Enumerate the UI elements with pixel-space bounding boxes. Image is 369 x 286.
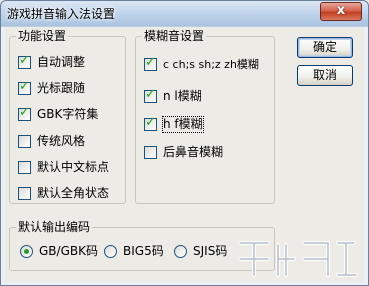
checkbox-label: n l模糊 xyxy=(163,89,202,103)
checkbox-label: h f模糊 xyxy=(162,116,204,133)
fuzzy-pinyin-title: 模糊音设置 xyxy=(142,29,207,43)
checkbox-box[interactable]: ✓ xyxy=(144,55,157,71)
fuzzy-pinyin-group: 模糊音设置 ✓ c ch;s sh;z zh模糊 ✓ n l模糊 ✓ h f模糊… xyxy=(135,29,275,204)
checkbox-gbk-charset[interactable]: ✓ GBK字符集 xyxy=(18,105,118,123)
checkbox-box[interactable]: ✓ xyxy=(18,79,31,95)
window-title: 游戏拼音输入法设置 xyxy=(7,7,116,21)
checkbox-label: 默认中文标点 xyxy=(37,160,110,174)
radio-button[interactable] xyxy=(104,245,117,258)
checkbox-box[interactable]: ✓ xyxy=(18,53,31,69)
checkmark-icon: ✓ xyxy=(145,87,156,102)
checkbox-label: 光标跟随 xyxy=(37,81,86,95)
checkmark-icon: ✓ xyxy=(19,53,30,68)
close-button[interactable]: x xyxy=(320,2,362,21)
checkmark-icon: ✓ xyxy=(145,115,156,130)
radio-button[interactable] xyxy=(20,245,33,258)
checkbox-cursor-follow[interactable]: ✓ 光标跟随 xyxy=(18,79,118,97)
radio-selected-dot xyxy=(24,249,29,254)
checkbox-box[interactable] xyxy=(144,146,157,159)
function-settings-group: 功能设置 ✓ 自动调整 ✓ 光标跟随 ✓ GBK字符集 传统风格 默认中文标点 xyxy=(9,29,126,204)
radio-sjis[interactable]: SJIS码 xyxy=(174,244,240,260)
checkbox-fuzzy-back-nasal[interactable]: 后鼻音模糊 xyxy=(144,145,272,161)
checkbox-default-fullwidth[interactable]: 默认全角状态 xyxy=(18,186,118,202)
title-bar[interactable]: 游戏拼音输入法设置 x xyxy=(1,1,368,26)
checkbox-label: 后鼻音模糊 xyxy=(163,145,224,159)
checkbox-auto-adjust[interactable]: ✓ 自动调整 xyxy=(18,53,118,71)
checkbox-box[interactable] xyxy=(18,135,31,148)
dialog-window: 游戏拼音输入法设置 x 功能设置 ✓ 自动调整 ✓ 光标跟随 ✓ GBK字符集 … xyxy=(0,0,369,286)
checkbox-box[interactable]: ✓ xyxy=(18,105,31,121)
checkbox-label: 自动调整 xyxy=(37,55,86,69)
checkbox-box[interactable] xyxy=(18,187,31,200)
checkbox-default-cn-punct[interactable]: 默认中文标点 xyxy=(18,160,118,176)
checkmark-icon: ✓ xyxy=(19,79,30,94)
checkbox-traditional-style[interactable]: 传统风格 xyxy=(18,134,118,150)
checkbox-fuzzy-n-l[interactable]: ✓ n l模糊 xyxy=(144,87,272,105)
checkbox-label: GBK字符集 xyxy=(37,107,99,121)
ok-button[interactable]: 确定 xyxy=(297,37,353,58)
radio-label: BIG5码 xyxy=(123,244,164,258)
radio-label: GB/GBK码 xyxy=(39,244,98,258)
checkbox-label: 默认全角状态 xyxy=(37,186,110,200)
checkmark-icon: ✓ xyxy=(19,105,30,120)
checkbox-box[interactable]: ✓ xyxy=(144,87,157,103)
checkmark-icon: ✓ xyxy=(145,55,156,70)
checkbox-label: 传统风格 xyxy=(37,134,86,148)
checkbox-box[interactable]: ✓ xyxy=(144,115,157,131)
radio-gb-gbk[interactable]: GB/GBK码 xyxy=(20,244,102,260)
output-encoding-title: 默认输出编码 xyxy=(16,220,93,234)
cancel-button[interactable]: 取消 xyxy=(297,65,353,86)
radio-button[interactable] xyxy=(174,245,187,258)
output-encoding-group: 默认输出编码 GB/GBK码 BIG5码 SJIS码 xyxy=(9,220,275,271)
function-settings-title: 功能设置 xyxy=(16,29,69,43)
checkbox-label: c ch;s sh;z zh模糊 xyxy=(163,58,259,71)
radio-big5[interactable]: BIG5码 xyxy=(104,244,170,260)
checkbox-box[interactable] xyxy=(18,161,31,174)
checkbox-fuzzy-c-s-z[interactable]: ✓ c ch;s sh;z zh模糊 xyxy=(144,55,272,73)
checkbox-fuzzy-h-f[interactable]: ✓ h f模糊 xyxy=(144,115,272,133)
close-icon: x xyxy=(336,3,346,18)
dialog-client: 功能设置 ✓ 自动调整 ✓ 光标跟随 ✓ GBK字符集 传统风格 默认中文标点 xyxy=(5,27,364,282)
radio-label: SJIS码 xyxy=(193,244,228,258)
